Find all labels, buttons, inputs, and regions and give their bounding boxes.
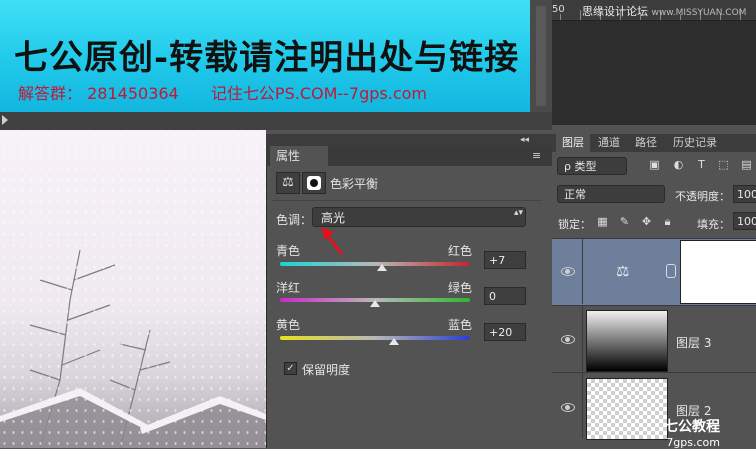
slider-green-label: 绿色 (448, 281, 473, 295)
banner-qq: 281450364 (87, 84, 179, 103)
annotation-arrow-icon (321, 227, 344, 255)
link-icon[interactable] (666, 264, 676, 278)
preserve-luminosity-checkbox[interactable]: ✓ (284, 362, 297, 375)
fill-label: 填充： (697, 218, 730, 231)
site-logo-watermark: 七公教程 7gps.com (664, 416, 720, 449)
tab-layers[interactable]: 图层 (556, 134, 590, 152)
slider-blue-label: 蓝色 (448, 318, 473, 332)
divider (272, 200, 542, 201)
visibility-eye-icon[interactable] (561, 266, 575, 276)
site-watermark: 思缘设计论坛 www.MISSYUAN.COM (582, 3, 746, 19)
layer-mask-thumbnail[interactable] (680, 240, 756, 304)
opacity-label: 不透明度： (675, 190, 730, 203)
blend-mode-select[interactable]: 正常 (557, 185, 665, 203)
site-watermark-cn: 思缘设计论坛 (582, 5, 648, 18)
visibility-eye-icon[interactable] (561, 334, 575, 344)
tab-paths[interactable]: 路径 (635, 134, 657, 152)
layer-thumbnail-transparent[interactable] (586, 378, 668, 440)
collapse-panel-icon[interactable]: ◂◂ (520, 134, 529, 146)
magenta-green-slider-thumb[interactable] (370, 300, 380, 307)
layer-thumbnail-gradient[interactable] (586, 310, 668, 372)
banner-sub-suffix: 记住七公PS.COM--7gps.com (210, 84, 428, 103)
layer-kind-select[interactable]: ρ 类型 (557, 157, 627, 175)
cyan-red-slider-thumb[interactable] (376, 264, 387, 271)
panel-menu-icon[interactable]: ≡ (532, 149, 541, 162)
lock-label: 锁定： (558, 218, 591, 231)
banner-title: 七公原创-转载请注明出处与链接 (14, 38, 520, 78)
magenta-green-value-field[interactable]: 0 (484, 287, 526, 305)
filter-type-icon[interactable]: T (695, 158, 708, 171)
yellow-blue-slider-track[interactable] (280, 336, 470, 340)
layer-mask-icon[interactable] (302, 172, 326, 194)
vertical-scrollbar-thumb[interactable] (536, 6, 546, 106)
preserve-luminosity-label: 保留明度 (302, 363, 351, 377)
properties-panel-topbar (266, 134, 552, 146)
fill-input[interactable]: 100% (733, 212, 756, 230)
lock-transparency-icon[interactable]: ▦ (596, 215, 609, 228)
yellow-blue-slider-thumb[interactable] (389, 338, 399, 345)
lock-position-icon[interactable]: ✥ (640, 215, 653, 228)
color-balance-layer-icon: ⚖ (616, 262, 630, 280)
tab-properties[interactable]: 属性 (270, 146, 328, 166)
filter-shape-icon[interactable]: ⬚ (717, 158, 730, 171)
color-balance-icon[interactable]: ⚖ (276, 172, 300, 194)
lock-all-icon[interactable]: 🔒︎ (661, 215, 674, 228)
yellow-blue-value-field[interactable]: +20 (484, 323, 526, 341)
photo-canvas[interactable] (0, 130, 266, 448)
tab-channels[interactable]: 通道 (598, 134, 620, 152)
adjustment-title: 色彩平衡 (330, 177, 379, 191)
slider-yellow-label: 黄色 (276, 318, 301, 332)
lock-image-pixels-icon[interactable]: ✎ (618, 215, 631, 228)
slider-cyan-label: 青色 (276, 244, 301, 258)
cyan-red-value-field[interactable]: +7 (484, 251, 526, 269)
filter-smart-object-icon[interactable]: ▤ (740, 158, 753, 171)
site-watermark-url: www.MISSYUAN.COM (651, 8, 747, 18)
tone-label: 色调： (276, 213, 313, 227)
slider-red-label: 红色 (448, 244, 473, 258)
watermark-url: 7gps.com (666, 436, 720, 449)
banner-sub-prefix: 解答群： (18, 84, 83, 103)
select-arrows-icon[interactable]: ▴▾ (514, 209, 523, 218)
slider-magenta-label: 洋红 (276, 281, 301, 295)
snow-overlay (0, 130, 266, 448)
filter-image-icon[interactable]: ▣ (648, 158, 661, 171)
watermark-big-text: 七公教程 (664, 419, 720, 435)
horizontal-scrollbar[interactable] (0, 112, 552, 130)
scroll-right-arrow-icon[interactable] (2, 115, 8, 125)
filter-adjustment-icon[interactable]: ◐ (672, 158, 685, 171)
tab-history[interactable]: 历史记录 (673, 134, 717, 152)
ruler-number: 50 (552, 4, 565, 15)
visibility-eye-icon[interactable] (561, 402, 575, 412)
layer-name[interactable]: 图层 3 (676, 334, 711, 351)
cyan-red-slider-track[interactable] (280, 262, 470, 266)
opacity-input[interactable]: 100% (733, 185, 756, 203)
banner-subtitle: 解答群： 281450364 记住七公PS.COM--7gps.com (18, 80, 427, 104)
